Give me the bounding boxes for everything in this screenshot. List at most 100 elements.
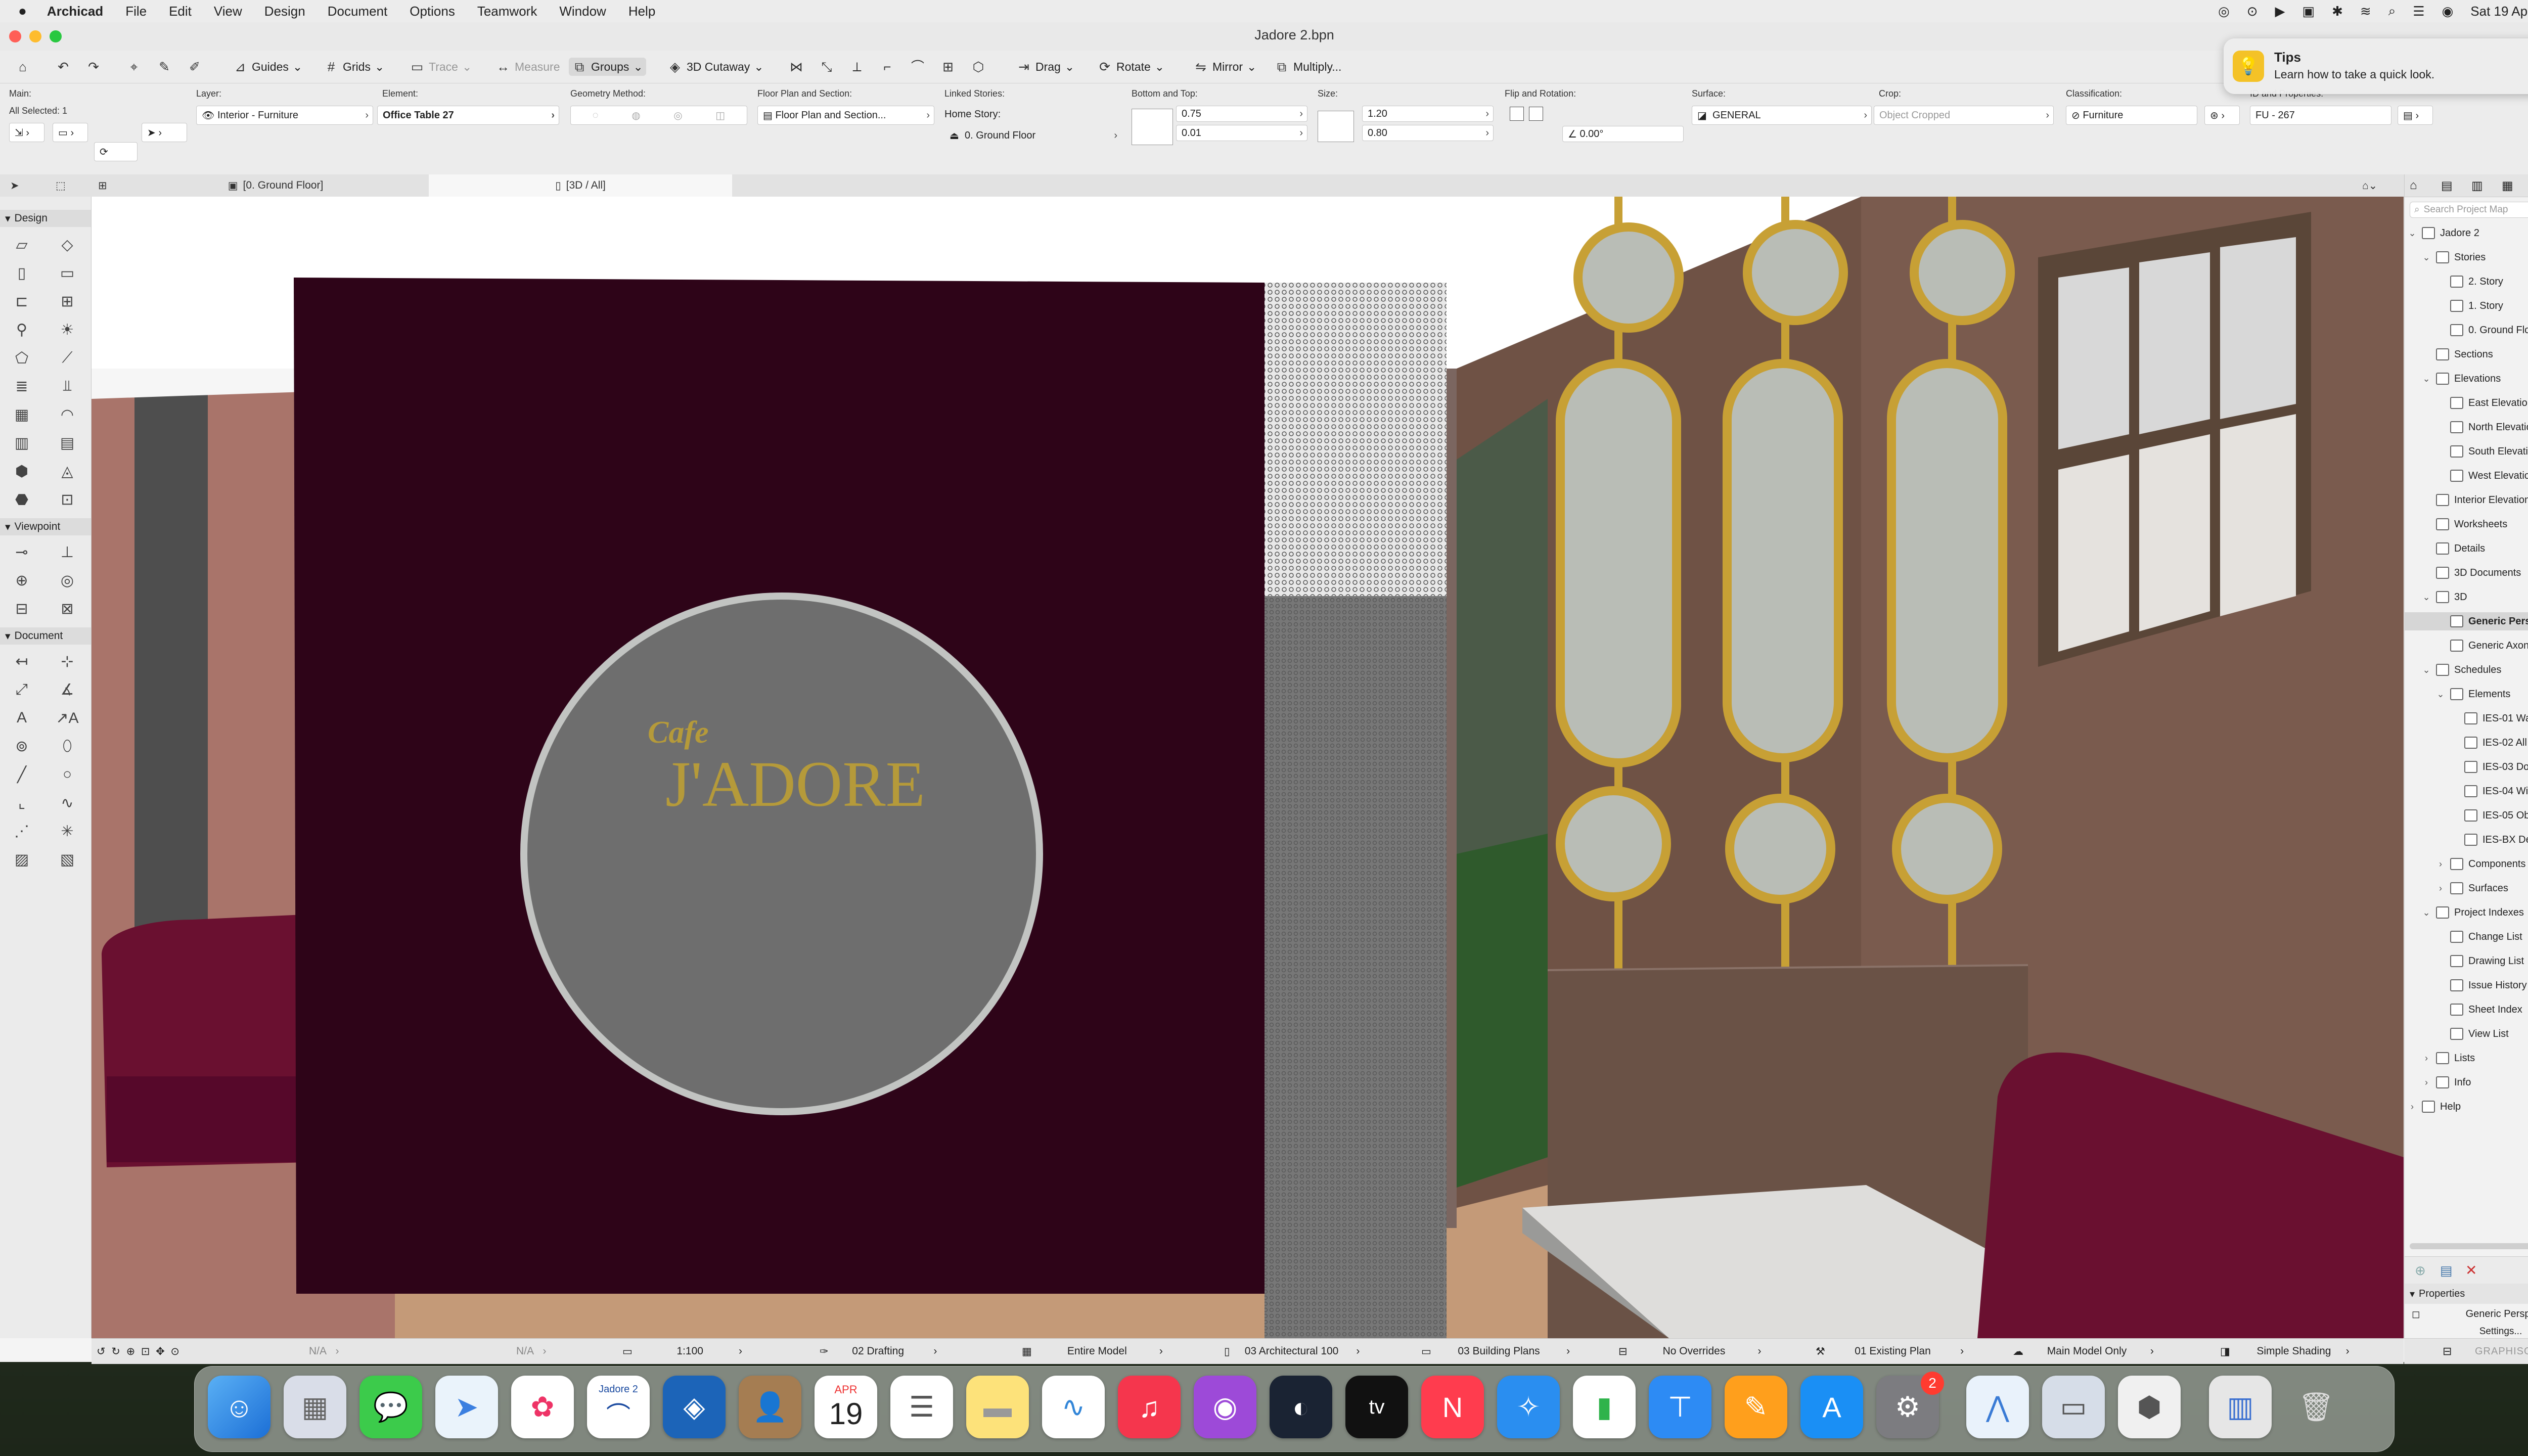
nav-item-change-list[interactable]: Change List (2436, 928, 2522, 946)
dimension-tool-icon[interactable]: ↤ (10, 650, 33, 673)
nav-item-north-elevation[interactable]: North Elevation (Auto (2436, 418, 2528, 436)
home-button[interactable]: ⌂ (15, 58, 30, 76)
messages-icon[interactable]: 💬 (359, 1376, 422, 1438)
surface-selector[interactable]: ◪ GENERAL › (1692, 106, 1872, 125)
apple-icon[interactable]: ● (18, 3, 27, 19)
mvo-selector[interactable]: ▯ 03 Architectural 100 › (1224, 1344, 1360, 1359)
home-story-selector[interactable]: ⏏ 0. Ground Floor › (944, 126, 1121, 145)
text-tool-icon[interactable]: A (10, 706, 33, 730)
level-dimension-tool-icon[interactable]: ⤢ (10, 678, 33, 701)
rotation-angle-field[interactable]: ∠ 0.00° (1562, 126, 1684, 142)
lamp-tool-icon[interactable]: ☀ (56, 318, 79, 341)
scale-selector[interactable]: ▭ 1:100 › (622, 1344, 742, 1359)
project-map-search-input[interactable]: ⌕ Search Project Map (2410, 202, 2528, 218)
trash-icon[interactable]: 🗑 (2285, 1376, 2348, 1438)
clone-view-icon[interactable]: ▤ (2440, 1263, 2453, 1279)
nav-item-worksheets[interactable]: Worksheets (2422, 515, 2507, 533)
menu-window[interactable]: Window (559, 4, 606, 19)
numbers-icon[interactable]: ▮ (1573, 1376, 1636, 1438)
bottom-offset-field[interactable]: 0.01 › (1176, 125, 1307, 141)
tab-3d-all[interactable]: ▯ [3D / All] (429, 174, 732, 197)
mesh-tool-icon[interactable]: ▦ (10, 403, 33, 426)
curve-button[interactable]: ⌒ (910, 58, 925, 76)
screen-icon[interactable]: ▣ (2303, 4, 2315, 19)
play-icon[interactable]: ▶ (2275, 4, 2285, 19)
nav-item-generic-perspective[interactable]: Generic Perspective (2405, 612, 2528, 630)
menu-design[interactable]: Design (264, 4, 305, 19)
object-tool-icon[interactable]: ⚲ (10, 318, 33, 341)
downloads-folder-icon[interactable]: ▥ (2209, 1376, 2272, 1438)
menu-file[interactable]: File (125, 4, 147, 19)
nav-item-east-elevation[interactable]: East Elevation (Auto- (2436, 394, 2528, 412)
nav-item-drawing-list[interactable]: Drawing List (2436, 952, 2524, 970)
nav-item-surfaces[interactable]: › Surfaces (2436, 879, 2508, 897)
select-tool-button[interactable]: ➤ (10, 176, 19, 195)
shell-tool-icon[interactable]: ◠ (56, 403, 79, 426)
zoom-controls[interactable]: ↺ ↻ ⊕ ⊡ ✥ ⊙ (97, 1344, 179, 1359)
shading-selector[interactable]: ◨ Simple Shading › (2220, 1344, 2350, 1359)
nav-item-south-elevation[interactable]: South Elevation (Auto (2436, 442, 2528, 461)
pen-set-selector[interactable]: ✑ 02 Drafting › (820, 1344, 937, 1359)
nav-item-help[interactable]: › Help (2408, 1098, 2461, 1116)
wall-tool-icon[interactable]: ▱ (10, 233, 33, 256)
bluetooth-icon[interactable]: ✱ (2332, 4, 2343, 19)
tips-notification[interactable]: 💡 Tips Learn how to take a quick look. (2224, 38, 2528, 94)
tab-ground-floor[interactable]: ▣ [0. Ground Floor] (126, 176, 425, 195)
menu-teamwork[interactable]: Teamwork (477, 4, 537, 19)
slab-tool-icon[interactable]: ⬠ (10, 346, 33, 370)
layout-book-icon[interactable]: ▥ (2471, 178, 2483, 193)
geometry-rect-icon[interactable]: ◫ (715, 109, 725, 122)
apple-tv-icon[interactable]: tv (1345, 1376, 1408, 1438)
nav-item-view-list[interactable]: View List (2436, 1025, 2509, 1043)
toolbox-section-viewpoint[interactable]: ▾ Viewpoint (0, 518, 91, 535)
door-tool-icon[interactable]: ⊏ (10, 290, 33, 313)
trace-button[interactable]: ▭ Trace ⌄ (410, 58, 472, 76)
nav-item-ies-02[interactable]: IES-02 All Opening (2450, 734, 2528, 752)
size-b-field[interactable]: 0.80 › (1362, 125, 1494, 141)
news-icon[interactable]: N (1421, 1376, 1484, 1438)
marker-tool-icon[interactable]: ⊚ (10, 735, 33, 758)
figure-tool-icon[interactable]: ✳ (56, 820, 79, 843)
groups-button[interactable]: ⧉ Groups ⌄ (569, 58, 646, 76)
nav-item-sections[interactable]: Sections (2422, 345, 2493, 363)
offset-button[interactable]: ⋈ (789, 58, 804, 76)
toolbox-section-document[interactable]: ▾ Document (0, 627, 91, 645)
tab-overview-button[interactable]: ⊞ (98, 176, 107, 195)
redo-button[interactable]: ↷ (86, 58, 101, 76)
camera-tool-icon[interactable]: ⊠ (56, 597, 79, 620)
intersect-button[interactable]: ⊞ (940, 58, 956, 76)
zoom-in-icon[interactable]: ⊕ (126, 1345, 136, 1358)
fill-tool-icon[interactable]: ⬯ (56, 735, 79, 758)
grids-button[interactable]: # Grids ⌄ (324, 58, 384, 76)
preview-icon[interactable]: ▭ (2042, 1376, 2105, 1438)
nav-item-3d[interactable]: ⌄ 3D (2422, 588, 2467, 606)
model-only-selector[interactable]: ☁ Main Model Only › (2013, 1344, 2154, 1359)
app-store-icon[interactable]: A (1800, 1376, 1863, 1438)
mirror-button[interactable]: ⇋ Mirror ⌄ (1193, 58, 1256, 76)
pages-icon[interactable]: ✎ (1725, 1376, 1787, 1438)
classification-selector[interactable]: ⊘ Furniture (2066, 106, 2197, 125)
menu-clock[interactable]: Sat 19 Apr 19:32 (2470, 4, 2528, 19)
skylight-tool-icon[interactable]: ▤ (56, 431, 79, 454)
geometry-chain-icon[interactable]: ◎ (673, 109, 682, 122)
detail-tool-icon[interactable]: ⊟ (10, 597, 33, 620)
line-tool-icon[interactable]: ╱ (10, 763, 33, 786)
nav-item-stories[interactable]: ⌄ Stories (2422, 248, 2486, 266)
beam-tool-icon[interactable]: ▭ (56, 261, 79, 285)
solid-button[interactable]: ⬡ (971, 58, 986, 76)
marquee-tool-button[interactable]: ⬚ (56, 176, 66, 195)
nav-item-ies-03[interactable]: IES-03 Door Sched (2450, 758, 2528, 776)
download-icon[interactable]: ⊙ (2247, 4, 2258, 19)
status-na-1[interactable]: N/A › (309, 1344, 339, 1359)
menu-app-name[interactable]: Archicad (47, 4, 103, 19)
cutaway-button[interactable]: ◈ 3D Cutaway ⌄ (667, 58, 764, 76)
arrow-tool-selector[interactable]: ⇲ › (9, 123, 44, 142)
classification-options-button[interactable]: ⊛ › (2204, 106, 2240, 125)
archicad-bim-icon[interactable]: ⋀ (1966, 1376, 2029, 1438)
angle-dimension-tool-icon[interactable]: ∡ (56, 678, 79, 701)
crop-selector[interactable]: Object Cropped › (1874, 106, 2054, 125)
geometry-multi-icon[interactable]: ◍ (631, 109, 640, 122)
control-center-icon[interactable]: ☰ (2413, 4, 2424, 19)
nav-item-generic-axonometry[interactable]: Generic Axonometry (2436, 636, 2528, 655)
properties-button[interactable]: ▤ › (2398, 106, 2433, 125)
